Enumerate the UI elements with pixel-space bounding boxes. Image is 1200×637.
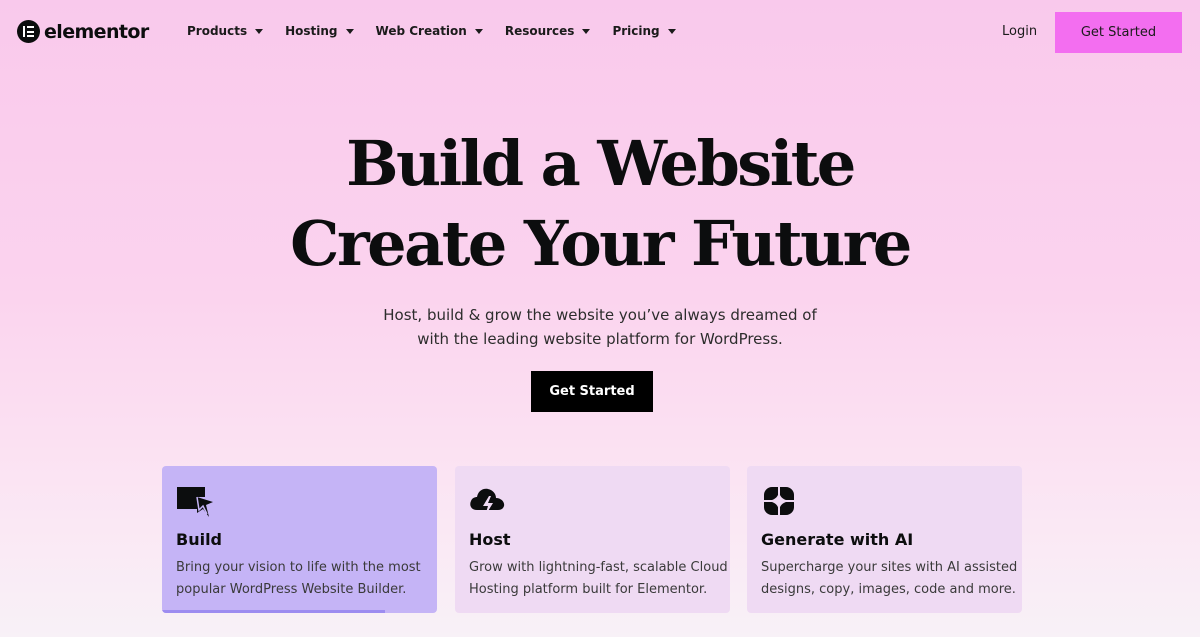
- chevron-down-icon: [667, 28, 676, 34]
- chevron-down-icon: [582, 28, 591, 34]
- card-description-line-1: Grow with lightning-fast, scalable Cloud: [469, 560, 728, 575]
- nav-item-label: Hosting: [285, 24, 338, 38]
- cursor-build-icon: [177, 487, 213, 517]
- elementor-logo[interactable]: elementor: [17, 20, 149, 43]
- main-menu: Products Hosting Web Creation Resources …: [187, 24, 698, 38]
- hero-title: Build a Website Create Your Future: [0, 124, 1200, 284]
- get-started-nav-button[interactable]: Get Started: [1055, 12, 1182, 53]
- nav-item-web-creation[interactable]: Web Creation: [376, 24, 483, 38]
- card-description: Grow with lightning-fast, scalable Cloud…: [469, 557, 728, 601]
- hero-subtitle-line-1: Host, build & grow the website you’ve al…: [383, 306, 817, 324]
- nav-item-label: Pricing: [612, 24, 660, 38]
- feature-card-generate-ai[interactable]: Generate with AI Supercharge your sites …: [747, 466, 1022, 613]
- nav-item-label: Products: [187, 24, 248, 38]
- ai-sparkle-icon: [764, 487, 794, 515]
- card-description-line-2: Hosting platform built for Elementor.: [469, 582, 708, 597]
- nav-item-label: Web Creation: [375, 24, 467, 38]
- top-navigation: elementor Products Hosting Web Creation …: [0, 0, 1200, 66]
- get-started-hero-button[interactable]: Get Started: [531, 371, 653, 412]
- card-description: Bring your vision to life with the most …: [176, 557, 426, 601]
- hero-title-line-1: Build a Website: [346, 127, 856, 200]
- card-description-line-2: designs, copy, images, code and more.: [761, 582, 1016, 597]
- feature-card-build[interactable]: Build Bring your vision to life with the…: [162, 466, 437, 613]
- nav-item-products[interactable]: Products: [187, 24, 264, 38]
- feature-card-host[interactable]: Host Grow with lightning-fast, scalable …: [455, 466, 730, 613]
- login-link[interactable]: Login: [1002, 24, 1037, 39]
- nav-item-hosting[interactable]: Hosting: [285, 24, 354, 38]
- chevron-down-icon: [345, 28, 354, 34]
- hero-subtitle-line-2: with the leading website platform for Wo…: [417, 330, 783, 348]
- chevron-down-icon: [255, 28, 264, 34]
- hero-subtitle: Host, build & grow the website you’ve al…: [0, 303, 1200, 351]
- nav-item-label: Resources: [504, 24, 575, 38]
- card-description-line-2: popular WordPress Website Builder.: [176, 582, 407, 597]
- cloud-lightning-icon: [470, 488, 505, 516]
- card-description: Supercharge your sites with AI assisted …: [761, 557, 1018, 601]
- card-title: Generate with AI: [761, 530, 914, 549]
- nav-item-resources[interactable]: Resources: [505, 24, 591, 38]
- nav-item-pricing[interactable]: Pricing: [612, 24, 676, 38]
- chevron-down-icon: [474, 28, 483, 34]
- brand-name: elementor: [44, 20, 149, 43]
- elementor-logo-icon: [17, 20, 40, 43]
- card-description-line-1: Bring your vision to life with the most: [176, 560, 421, 575]
- card-title: Host: [469, 530, 511, 549]
- hero-title-line-2: Create Your Future: [290, 207, 912, 280]
- card-title: Build: [176, 530, 223, 549]
- card-description-line-1: Supercharge your sites with AI assisted: [761, 560, 1018, 575]
- card-progress-bar: [162, 610, 385, 613]
